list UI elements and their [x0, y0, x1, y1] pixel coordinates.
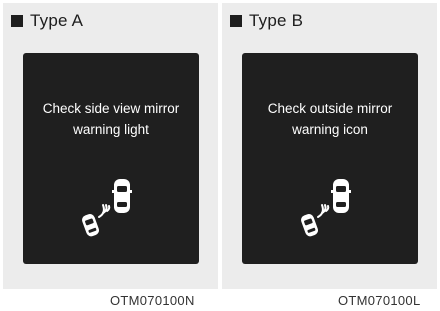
blind-spot-warning-icon [300, 177, 360, 239]
warning-message-a: Check side view mirror warning light [23, 98, 199, 140]
square-bullet-icon [230, 15, 242, 27]
figure-code-b: OTM070100L [338, 293, 421, 308]
type-a-heading: Type A [11, 11, 83, 31]
type-a-label: Type A [30, 11, 84, 30]
warning-message-line2: warning icon [292, 122, 368, 137]
warning-message-b: Check outside mirror warning icon [242, 98, 418, 140]
cluster-display-a: Check side view mirror warning light [23, 53, 199, 264]
warning-message-line1: Check outside mirror [267, 101, 393, 116]
type-a-panel: Type A Check side view mirror warning li… [3, 3, 218, 289]
warning-message-line2: warning light [73, 122, 149, 137]
figure-code-a: OTM070100N [110, 293, 195, 308]
type-b-heading: Type B [230, 11, 303, 31]
warning-message-line1: Check side view mirror [42, 101, 180, 116]
cluster-display-b: Check outside mirror warning icon [242, 53, 418, 264]
blind-spot-warning-icon [81, 177, 141, 239]
square-bullet-icon [11, 15, 23, 27]
type-b-panel: Type B Check outside mirror warning icon [222, 3, 437, 289]
type-b-label: Type B [249, 11, 304, 30]
